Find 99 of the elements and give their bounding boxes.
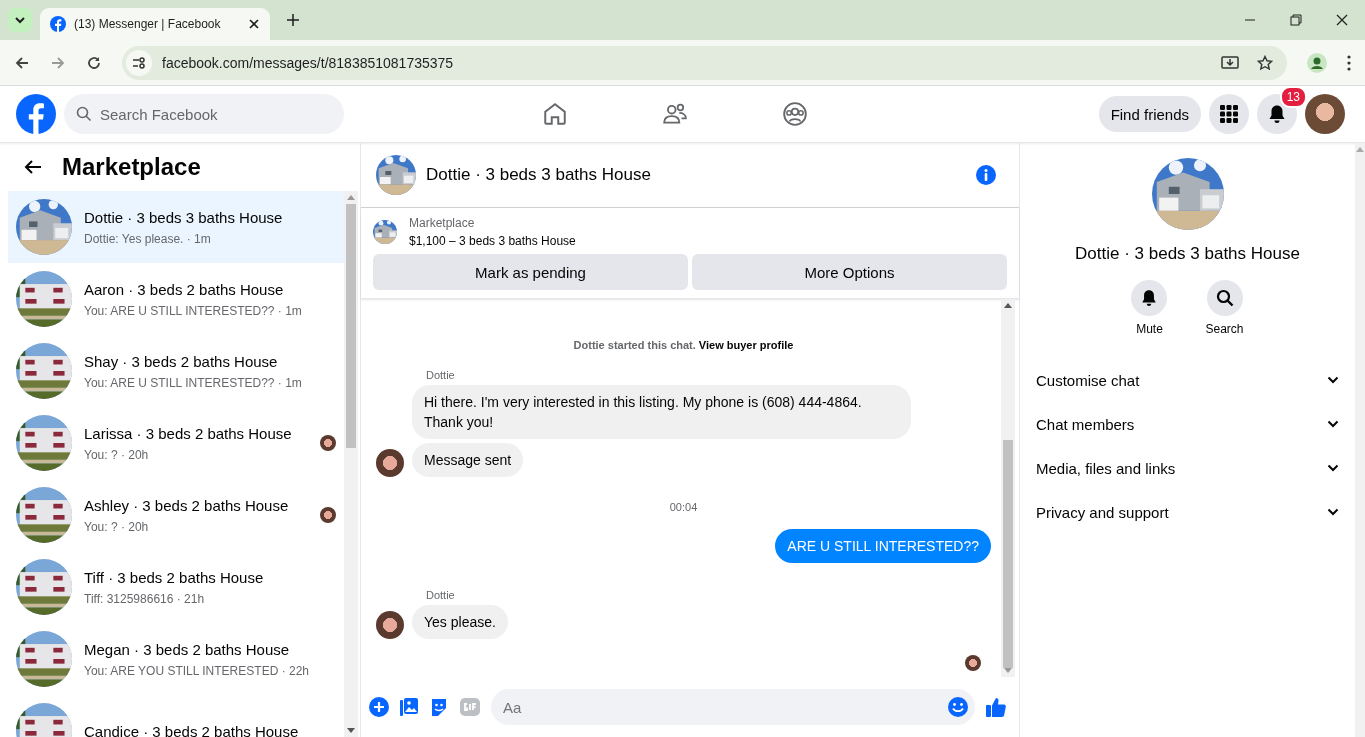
message-field[interactable]: Aa	[491, 689, 975, 725]
photo-icon[interactable]	[399, 697, 419, 717]
chevron-down-icon	[1327, 420, 1339, 428]
mute-button[interactable]	[1131, 280, 1168, 316]
address-bar[interactable]: facebook.com/messages/t/8183851081735375	[122, 45, 1287, 80]
scroll-down-icon[interactable]	[347, 728, 355, 733]
conversation-item[interactable]: Ashley · 3 beds 2 baths House You: ? · 20h	[8, 479, 344, 551]
chevron-down-icon	[1327, 508, 1339, 516]
bell-icon	[1140, 289, 1159, 307]
star-icon[interactable]	[1257, 54, 1273, 71]
thumbs-up-icon[interactable]	[985, 696, 1007, 718]
search-button[interactable]	[1206, 280, 1243, 316]
forward-arrow-icon[interactable]	[50, 54, 66, 71]
conversation-item[interactable]: Shay · 3 beds 2 baths House You: ARE U STILL INTERESTED?? · 1m	[8, 335, 344, 407]
conversation-item[interactable]: Candice · 3 beds 2 baths House	[8, 695, 344, 737]
message-bubble: ARE U STILL INTERESTED??	[775, 529, 991, 563]
chat-title: Dottie · 3 beds 3 baths House	[426, 165, 651, 185]
chevron-down-icon	[1327, 376, 1339, 384]
conversation-title: Tiff · 3 beds 2 baths House	[84, 568, 265, 586]
scrollbar[interactable]	[1355, 143, 1365, 737]
bell-icon	[1267, 104, 1287, 124]
grid-menu-icon	[1219, 104, 1239, 124]
conversation-item[interactable]: Larissa · 3 beds 2 baths House You: ? · 20h	[8, 407, 344, 479]
message-preview: Tiff: 3125986616 · 21h	[84, 591, 206, 606]
conversation-title: Dottie · 3 beds 3 baths House	[84, 208, 284, 226]
profile-icon[interactable]	[1307, 52, 1327, 73]
message-bubble: Message sent	[412, 443, 524, 477]
scrollbar[interactable]	[1001, 299, 1015, 677]
mark-pending-button[interactable]: Mark as pending	[373, 254, 688, 290]
sticker-icon[interactable]	[429, 697, 449, 717]
facebook-logo-icon[interactable]	[16, 94, 56, 134]
conversation-item[interactable]: Aaron · 3 beds 2 baths House You: ARE U STILL INTERESTED?? · 1m	[8, 263, 344, 335]
menu-icon[interactable]	[1347, 54, 1351, 71]
view-profile-link[interactable]: View buyer profile	[698, 339, 794, 351]
message-preview: You: ARE U STILL INTERESTED?? · 1m	[84, 375, 303, 390]
close-icon[interactable]	[1336, 14, 1348, 26]
conversation-item[interactable]: Dottie · 3 beds 3 baths House Dottie: Yes please. · 1m	[8, 191, 344, 263]
section-header[interactable]: Chat members	[1036, 402, 1339, 446]
back-arrow-icon[interactable]	[24, 159, 42, 175]
conversation-title: Larissa · 3 beds 2 baths House	[84, 424, 293, 442]
plus-icon[interactable]	[369, 697, 389, 717]
message-preview: Dottie: Yes please. · 1m	[84, 231, 212, 246]
search-field[interactable]: Search Facebook	[64, 94, 344, 134]
avatar	[376, 449, 404, 477]
emoji-icon[interactable]	[947, 696, 969, 718]
message-bubble: Yes please.	[412, 605, 508, 639]
menu-button[interactable]	[1209, 94, 1249, 134]
back-arrow-icon[interactable]	[14, 54, 30, 71]
site-info-icon[interactable]	[126, 49, 152, 76]
home-icon[interactable]	[542, 101, 568, 127]
section-header[interactable]: Media, files and links	[1036, 446, 1339, 490]
groups-icon[interactable]	[782, 101, 808, 127]
message-preview: You: ARE YOU STILL INTERESTED · 22h	[84, 663, 310, 678]
notification-badge: 13	[1279, 86, 1307, 108]
listing-title: $1,100 – 3 beds 3 baths House	[409, 234, 576, 248]
tab-search-button[interactable]	[8, 8, 32, 32]
chat-started-note: Dottie started this chat. View buyer profile	[572, 339, 795, 351]
more-options-button[interactable]: More Options	[692, 254, 1007, 290]
avatar	[376, 611, 404, 639]
conversation-item[interactable]: Tiff · 3 beds 2 baths House Tiff: 3125986616 · 21h	[8, 551, 344, 623]
timestamp: 00:04	[668, 501, 699, 513]
listing-source: Marketplace	[409, 216, 476, 230]
search-icon	[1215, 289, 1234, 307]
conversation-title: Candice · 3 beds 2 baths House	[84, 722, 300, 737]
message-preview: You: ARE U STILL INTERESTED?? · 1m	[84, 303, 303, 318]
search-icon	[76, 106, 92, 122]
conversation-item[interactable]: Megan · 3 beds 2 baths House You: ARE YOU STILL INTERESTED · 22h	[8, 623, 344, 695]
sender-name: Dottie	[426, 589, 456, 601]
info-icon[interactable]	[975, 164, 997, 186]
friends-icon[interactable]	[662, 101, 688, 127]
tab-title: (13) Messenger | Facebook	[74, 17, 222, 31]
browser-tab[interactable]: (13) Messenger | Facebook	[40, 8, 270, 40]
action-label: Mute	[1136, 322, 1163, 336]
caret-icon	[14, 14, 26, 26]
reload-icon[interactable]	[86, 54, 102, 71]
conversation-title: Megan · 3 beds 2 baths House	[84, 640, 291, 658]
message-bubble: Hi there. I'm very interested in this listing. My phone is (608) 444-4864. Thank you!	[412, 385, 911, 439]
install-app-icon[interactable]	[1221, 54, 1239, 71]
scroll-up-icon[interactable]	[1004, 303, 1012, 308]
close-icon[interactable]	[248, 18, 260, 30]
url-text: facebook.com/messages/t/8183851081735375	[162, 54, 454, 71]
scrollbar[interactable]	[344, 191, 358, 737]
conversation-title: Shay · 3 beds 2 baths House	[84, 352, 279, 370]
facebook-logo-icon	[50, 16, 66, 32]
section-header[interactable]: Customise chat	[1036, 358, 1339, 402]
profile-avatar[interactable]	[1305, 94, 1345, 134]
restore-icon[interactable]	[1290, 14, 1302, 26]
message-preview: You: ? · 20h	[84, 447, 150, 462]
sender-name: Dottie	[426, 369, 456, 381]
section-header[interactable]: Privacy and support	[1036, 490, 1339, 534]
chevron-down-icon	[1327, 464, 1339, 472]
message-preview: You: ? · 20h	[84, 519, 150, 534]
new-tab-icon[interactable]	[286, 13, 300, 27]
conversation-title: Aaron · 3 beds 2 baths House	[84, 280, 285, 298]
action-label: Search	[1205, 322, 1244, 336]
sidebar-title: Marketplace	[62, 153, 201, 181]
conversation-title: Ashley · 3 beds 2 baths House	[84, 496, 290, 514]
find-friends-button[interactable]: Find friends	[1098, 96, 1201, 132]
conversation-title: Dottie · 3 beds 3 baths House	[1075, 244, 1300, 264]
